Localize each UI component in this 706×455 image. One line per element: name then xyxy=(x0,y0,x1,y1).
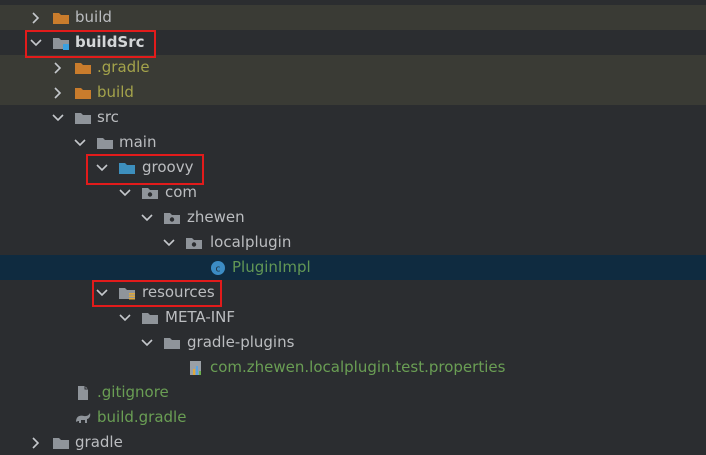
chevron-down-icon[interactable] xyxy=(73,136,87,150)
resources-folder-icon xyxy=(118,285,136,301)
package-icon xyxy=(163,210,181,226)
tree-item-label: com.zhewen.localplugin.test.properties xyxy=(210,358,506,376)
tree-item-label: .gitignore xyxy=(97,383,169,401)
source-folder-icon xyxy=(118,160,136,176)
folder-icon xyxy=(74,60,92,76)
tree-item-groovy[interactable]: groovy xyxy=(0,155,706,180)
tree-item-label: .gradle xyxy=(97,58,150,76)
chevron-down-icon[interactable] xyxy=(95,286,109,300)
folder-icon xyxy=(163,335,181,351)
folder-icon xyxy=(96,135,114,151)
tree-item-label: META-INF xyxy=(165,308,236,326)
tree-item-label: build xyxy=(97,83,134,101)
folder-icon xyxy=(74,110,92,126)
tree-item-label: main xyxy=(119,133,157,151)
tree-item-build-root[interactable]: build xyxy=(0,5,706,30)
tree-item-gitignore[interactable]: .gitignore xyxy=(0,380,706,405)
tree-item-src[interactable]: src xyxy=(0,105,706,130)
tree-item-label: buildSrc xyxy=(75,33,145,51)
package-icon xyxy=(141,185,159,201)
tree-item-com[interactable]: com xyxy=(0,180,706,205)
chevron-right-icon[interactable] xyxy=(51,61,65,75)
tree-item-label: groovy xyxy=(142,158,194,176)
gitignore-file-icon xyxy=(74,385,92,401)
tree-item-properties-file[interactable]: com.zhewen.localplugin.test.properties xyxy=(0,355,706,380)
chevron-right-icon[interactable] xyxy=(51,86,65,100)
tree-item-build[interactable]: build xyxy=(0,80,706,105)
module-folder-icon xyxy=(52,35,70,51)
properties-file-icon xyxy=(187,360,205,376)
tree-item-label: zhewen xyxy=(187,208,245,226)
chevron-down-icon[interactable] xyxy=(162,236,176,250)
tree-item-label: PluginImpl xyxy=(232,258,311,276)
chevron-down-icon[interactable] xyxy=(140,336,154,350)
tree-item-label: build xyxy=(75,8,112,26)
chevron-right-icon[interactable] xyxy=(29,436,43,450)
tree-item-label: gradle xyxy=(75,433,123,451)
tree-item-dot-gradle[interactable]: .gradle xyxy=(0,55,706,80)
tree-item-label: localplugin xyxy=(210,233,292,251)
tree-item-build-gradle[interactable]: build.gradle xyxy=(0,405,706,430)
chevron-down-icon[interactable] xyxy=(95,161,109,175)
tree-item-label: build.gradle xyxy=(97,408,187,426)
tree-item-gradle[interactable]: gradle xyxy=(0,430,706,455)
tree-item-localplugin[interactable]: localplugin xyxy=(0,230,706,255)
gradle-file-icon xyxy=(74,410,92,426)
tree-item-main[interactable]: main xyxy=(0,130,706,155)
tree-item-buildsrc[interactable]: buildSrc xyxy=(0,30,706,55)
chevron-down-icon[interactable] xyxy=(140,211,154,225)
chevron-down-icon[interactable] xyxy=(118,186,132,200)
tree-item-gradle-plugins[interactable]: gradle-plugins xyxy=(0,330,706,355)
folder-icon xyxy=(74,85,92,101)
folder-icon xyxy=(52,10,70,26)
folder-icon xyxy=(52,435,70,451)
class-icon xyxy=(209,260,227,276)
tree-item-label: com xyxy=(165,183,198,201)
tree-item-zhewen[interactable]: zhewen xyxy=(0,205,706,230)
tree-item-pluginimpl[interactable]: PluginImpl xyxy=(0,255,706,280)
chevron-down-icon[interactable] xyxy=(118,311,132,325)
chevron-down-icon[interactable] xyxy=(29,36,43,50)
tree-item-meta-inf[interactable]: META-INF xyxy=(0,305,706,330)
project-tree: build buildSrc .gradle build src main gr… xyxy=(0,0,706,455)
tree-item-label: gradle-plugins xyxy=(187,333,295,351)
package-icon xyxy=(185,235,203,251)
folder-icon xyxy=(141,310,159,326)
chevron-right-icon[interactable] xyxy=(29,11,43,25)
tree-item-label: resources xyxy=(142,283,215,301)
tree-item-label: src xyxy=(97,108,119,126)
tree-item-resources[interactable]: resources xyxy=(0,280,706,305)
chevron-down-icon[interactable] xyxy=(51,111,65,125)
